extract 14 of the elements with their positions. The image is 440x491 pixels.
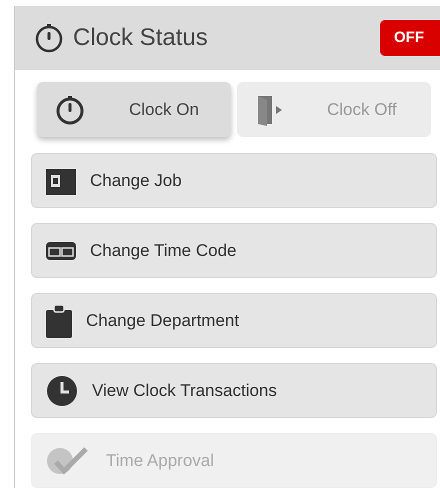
clock-button[interactable]: Clock On (37, 82, 231, 137)
action-button[interactable]: Change Time Code (31, 223, 437, 278)
panel-title: Clock Status (73, 23, 209, 53)
action-button[interactable]: View Clock Transactions (31, 363, 437, 418)
stopwatch-icon (33, 22, 65, 54)
action-button[interactable]: Change Department (31, 293, 437, 348)
clipboard-icon (46, 304, 72, 338)
door-exit-icon (255, 94, 283, 126)
stopwatch-icon (55, 94, 85, 126)
action-button[interactable]: Change Job (31, 153, 437, 208)
id-badge-icon (46, 166, 76, 194)
status-badge: OFF (380, 20, 440, 56)
time-card-icon (46, 240, 76, 262)
clock-icon (46, 374, 78, 406)
